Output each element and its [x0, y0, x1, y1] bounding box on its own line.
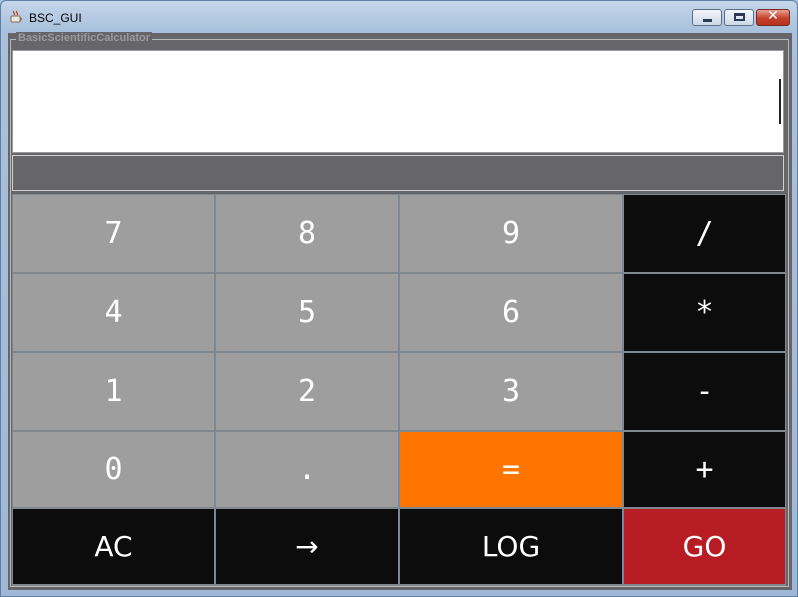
group-title: BasicScientificCalculator [16, 32, 153, 44]
key-1[interactable]: 1 [13, 353, 214, 430]
key-4[interactable]: 4 [13, 274, 214, 351]
maximize-icon [734, 13, 745, 21]
key-9[interactable]: 9 [400, 195, 622, 272]
minimize-icon [703, 19, 712, 22]
equals-button[interactable]: = [400, 432, 622, 507]
key-2[interactable]: 2 [216, 353, 398, 430]
key-8[interactable]: 8 [216, 195, 398, 272]
key-7[interactable]: 7 [13, 195, 214, 272]
secondary-display [12, 155, 784, 191]
clear-button[interactable]: AC [13, 509, 214, 584]
java-app-icon [10, 10, 22, 23]
close-button[interactable]: ✕ [756, 8, 790, 26]
close-icon: ✕ [767, 8, 779, 24]
go-button[interactable]: GO [624, 509, 785, 584]
multiply-button[interactable]: * [624, 274, 785, 351]
window-title: BSC_GUI [29, 11, 82, 25]
subtract-button[interactable]: - [624, 353, 785, 430]
key-3[interactable]: 3 [400, 353, 622, 430]
title-bar[interactable]: BSC_GUI ✕ [1, 1, 797, 33]
app-window: BSC_GUI ✕ BasicScientificCalculator 7 8 … [0, 0, 798, 597]
backspace-button[interactable]: → [216, 509, 398, 584]
text-caret [779, 79, 781, 124]
maximize-button[interactable] [724, 9, 754, 26]
display-field[interactable] [12, 50, 784, 153]
log-button[interactable]: LOG [400, 509, 622, 584]
key-0[interactable]: 0 [13, 432, 214, 507]
decimal-button[interactable]: . [216, 432, 398, 507]
add-button[interactable]: + [624, 432, 785, 507]
keypad: 7 8 9 / 4 5 6 * 1 2 3 - 0 . = + AC → LOG… [12, 194, 786, 586]
divide-button[interactable]: / [624, 195, 785, 272]
minimize-button[interactable] [692, 9, 722, 26]
client-area: BasicScientificCalculator 7 8 9 / 4 5 6 … [8, 32, 792, 590]
key-6[interactable]: 6 [400, 274, 622, 351]
key-5[interactable]: 5 [216, 274, 398, 351]
